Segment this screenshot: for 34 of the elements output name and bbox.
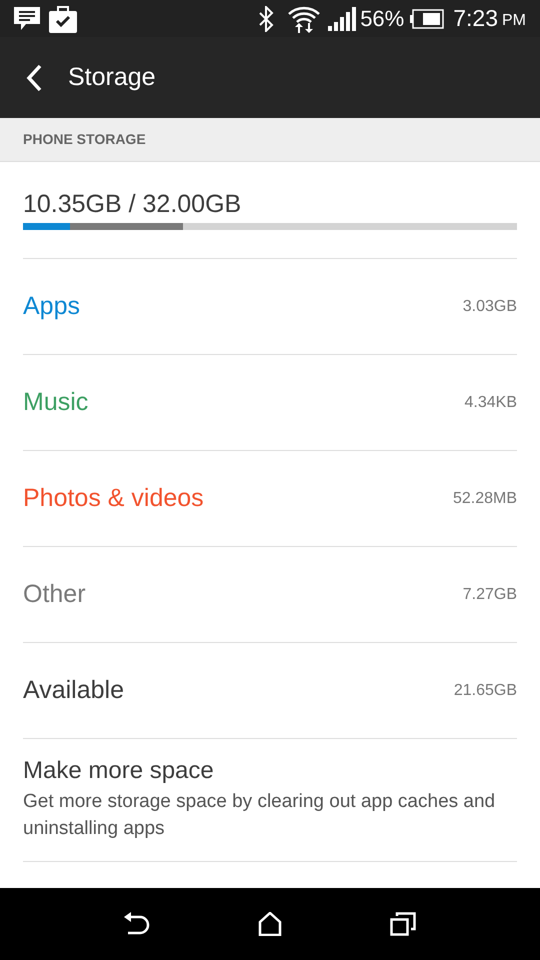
- recents-icon: [390, 912, 416, 936]
- category-label: Apps: [23, 290, 80, 322]
- clock: 7:23: [453, 4, 498, 34]
- home-icon: [258, 912, 282, 936]
- category-label: Photos & videos: [23, 482, 204, 514]
- storage-category-row[interactable]: Photos & videos 52.28MB: [23, 451, 517, 547]
- make-space-title: Make more space: [23, 756, 215, 786]
- message-icon: [14, 6, 40, 30]
- category-size: 4.34KB: [464, 392, 517, 412]
- wifi-icon: [288, 4, 320, 32]
- back-nav-icon: [124, 912, 150, 936]
- category-size: 7.27GB: [462, 584, 517, 604]
- make-space-description: Get more storage space by clearing out app caches and uninstalling apps: [23, 790, 496, 841]
- task-icon: [49, 4, 77, 32]
- category-label: Music: [23, 386, 88, 418]
- category-label: Other: [23, 578, 86, 610]
- category-label: Available: [23, 674, 124, 706]
- category-size: 3.03GB: [462, 296, 517, 316]
- battery-percentage: 56%: [360, 5, 404, 33]
- category-size: 52.28MB: [452, 488, 517, 508]
- bluetooth-icon: [258, 6, 274, 32]
- storage-category-row[interactable]: Other 7.27GB: [23, 547, 517, 643]
- storage-used-total: 10.35GB / 32.00GB: [23, 189, 242, 219]
- clock-meridiem: PM: [502, 10, 526, 30]
- screen-title: Storage: [68, 62, 156, 93]
- signal-icon: [328, 6, 356, 30]
- storage-category-row[interactable]: Available 21.65GB: [23, 643, 517, 739]
- storage-category-row[interactable]: Music 4.34KB: [23, 355, 517, 451]
- section-header: PHONE STORAGE: [23, 130, 146, 149]
- battery-icon: [410, 8, 444, 28]
- category-size: 21.65GB: [454, 680, 517, 700]
- make-space-row[interactable]: Make more space Get more storage space by clearing out app caches and uninstalling apps: [23, 739, 517, 862]
- back-icon: [25, 64, 43, 92]
- storage-category-row[interactable]: Apps 3.03GB: [23, 259, 517, 355]
